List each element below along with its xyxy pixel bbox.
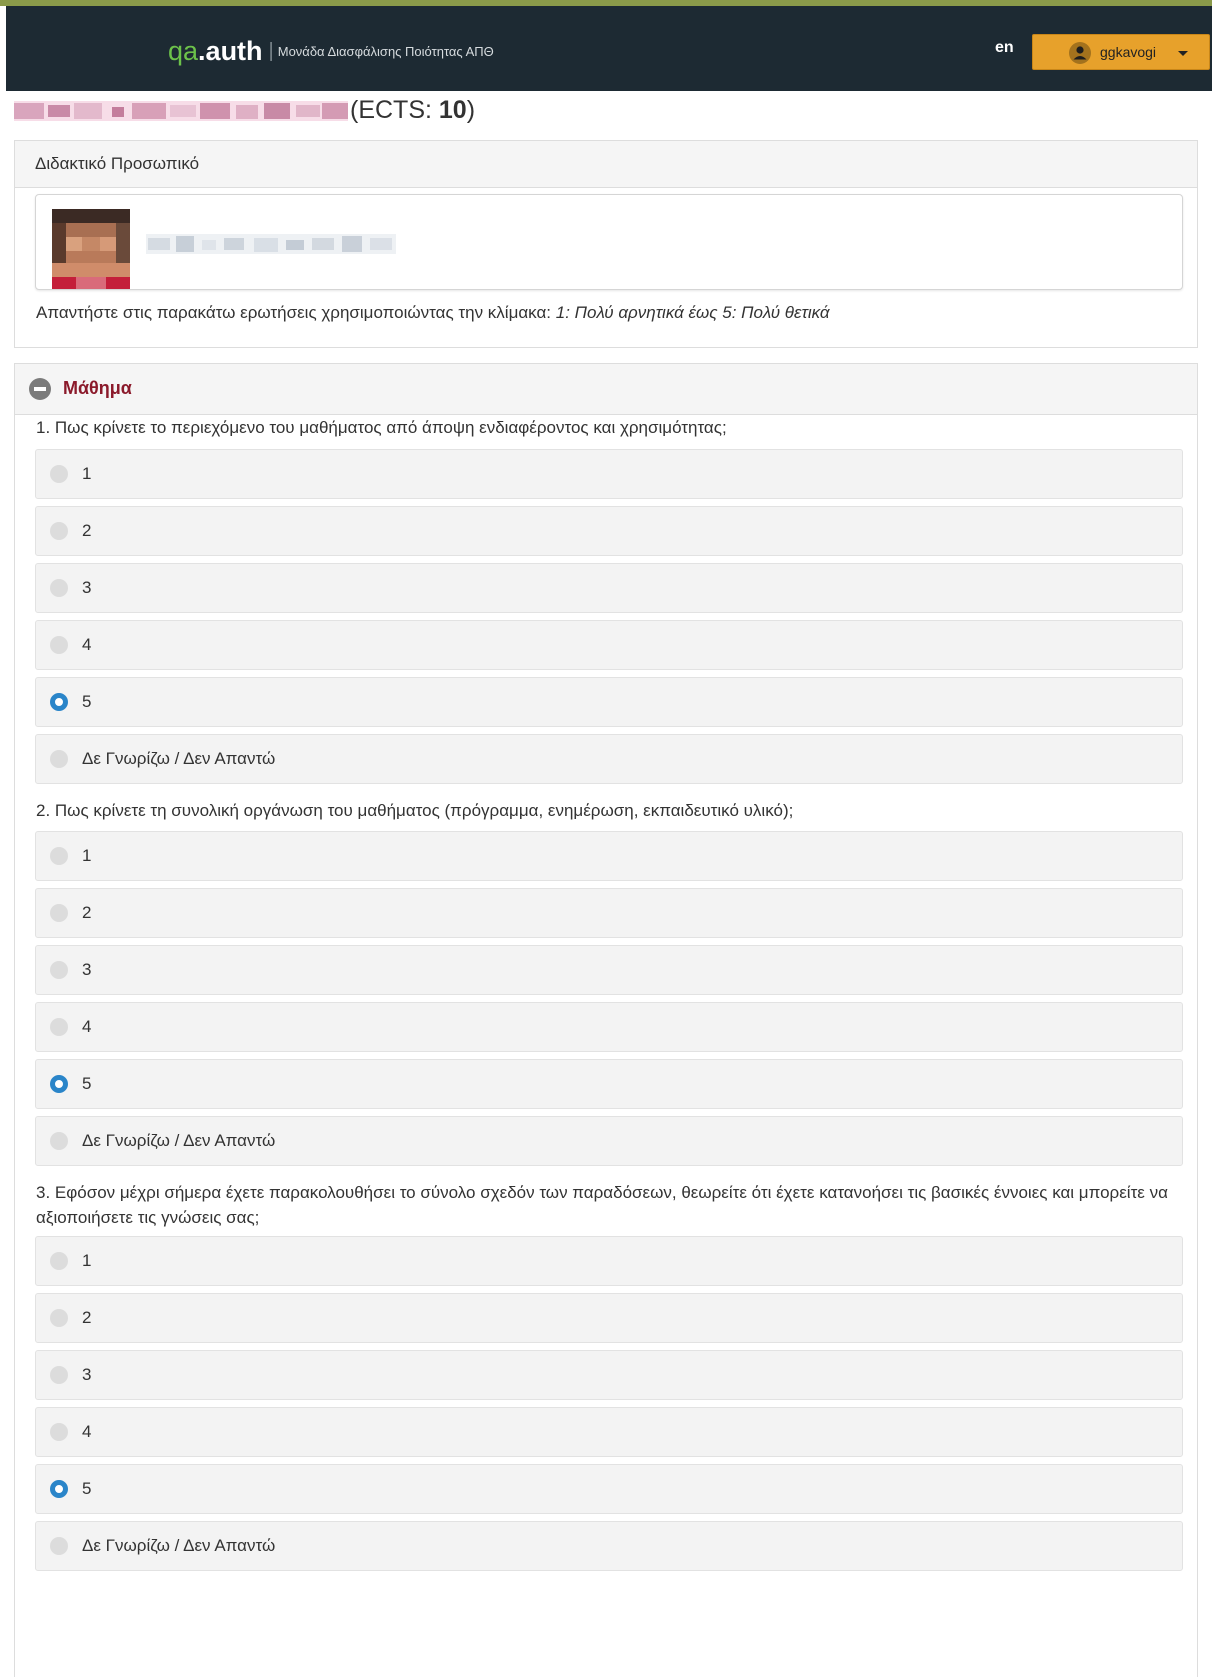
radio-button[interactable]: [50, 579, 68, 597]
staff-photo: [52, 209, 130, 289]
q2-option-3[interactable]: 3: [35, 945, 1183, 995]
option-label: 2: [82, 903, 92, 922]
q1-option-no-answer[interactable]: Δε Γνωρίζω / Δεν Απαντώ: [35, 734, 1183, 784]
option-label: Δε Γνωρίζω / Δεν Απαντώ: [82, 749, 276, 768]
radio-button[interactable]: [50, 1252, 68, 1270]
q1-option-2[interactable]: 2: [35, 506, 1183, 556]
q3-option-3[interactable]: 3: [35, 1350, 1183, 1400]
question-3-text: 3. Εφόσον μέχρι σήμερα έχετε παρακολουθή…: [36, 1183, 1168, 1227]
radio-button[interactable]: [50, 1132, 68, 1150]
language-link[interactable]: en: [995, 39, 1014, 57]
username-label: ggkavogi: [1100, 44, 1157, 60]
radio-button[interactable]: [50, 904, 68, 922]
redacted-staff-name: [146, 234, 396, 254]
q1-option-3[interactable]: 3: [35, 563, 1183, 613]
minus-circle-icon[interactable]: [29, 378, 51, 400]
q3-option-5[interactable]: 5: [35, 1464, 1183, 1514]
navbar: qa.auth | Μονάδα Διασφάλισης Ποιότητας ΑΠΘ…: [6, 6, 1212, 91]
option-label: 1: [82, 846, 92, 865]
course-section-panel: Μάθημα 1. Πως κρίνετε το περιεχόμενο του…: [14, 363, 1198, 1677]
q2-option-5[interactable]: 5: [35, 1059, 1183, 1109]
option-label: Δε Γνωρίζω / Δεν Απαντώ: [82, 1131, 276, 1150]
radio-button[interactable]: [50, 750, 68, 768]
brand-logo[interactable]: qa.auth | Μονάδα Διασφάλισης Ποιότητας ΑΠΘ: [168, 36, 494, 67]
radio-button-selected[interactable]: [50, 1075, 68, 1093]
staff-panel-heading: Διδακτικό Προσωπικό: [15, 141, 1197, 188]
brand-subtitle: Μονάδα Διασφάλισης Ποιότητας ΑΠΘ: [277, 44, 494, 59]
staff-member-card: [35, 194, 1183, 290]
radio-button-selected[interactable]: [50, 1480, 68, 1498]
q3-option-1[interactable]: 1: [35, 1236, 1183, 1286]
course-title: (ECTS: 10): [14, 96, 475, 130]
radio-button[interactable]: [50, 465, 68, 483]
q2-option-4[interactable]: 4: [35, 1002, 1183, 1052]
q2-option-1[interactable]: 1: [35, 831, 1183, 881]
option-label: 1: [82, 464, 92, 483]
q3-option-2[interactable]: 2: [35, 1293, 1183, 1343]
option-label: 2: [82, 1308, 92, 1327]
question-1-text: 1. Πως κρίνετε το περιεχόμενο του μαθήμα…: [36, 418, 727, 437]
instructions-text: Απαντήστε στις παρακάτω ερωτήσεις χρησιμ…: [36, 303, 556, 322]
user-menu-button[interactable]: ggkavogi: [1032, 34, 1210, 70]
radio-button[interactable]: [50, 847, 68, 865]
q2-option-2[interactable]: 2: [35, 888, 1183, 938]
scale-instructions: Απαντήστε στις παρακάτω ερωτήσεις χρησιμ…: [36, 303, 830, 323]
question-2-text: 2. Πως κρίνετε τη συνολική οργάνωση του …: [36, 801, 794, 820]
radio-button[interactable]: [50, 1309, 68, 1327]
option-label: 5: [82, 692, 92, 711]
ects-suffix: ): [466, 96, 476, 124]
option-label: 5: [82, 1074, 92, 1093]
option-label: 3: [82, 960, 92, 979]
option-label: 1: [82, 1251, 92, 1270]
teaching-staff-panel: Διδακτικό Προσωπικό Απαντήστε στις παρακ…: [14, 140, 1198, 348]
radio-button[interactable]: [50, 961, 68, 979]
radio-button-selected[interactable]: [50, 693, 68, 711]
option-label: 4: [82, 635, 92, 654]
user-icon: [1069, 42, 1091, 64]
staff-panel-title: Διδακτικό Προσωπικό: [35, 154, 200, 173]
radio-button[interactable]: [50, 1537, 68, 1555]
q3-option-no-answer[interactable]: Δε Γνωρίζω / Δεν Απαντώ: [35, 1521, 1183, 1571]
course-ects: (ECTS: 10): [350, 96, 475, 124]
radio-button[interactable]: [50, 636, 68, 654]
radio-button[interactable]: [50, 1423, 68, 1441]
option-label: 5: [82, 1479, 92, 1498]
radio-button[interactable]: [50, 1366, 68, 1384]
brand-auth: .auth: [198, 36, 263, 66]
option-label: 4: [82, 1422, 92, 1441]
option-label: 3: [82, 578, 92, 597]
section-title: Μάθημα: [63, 378, 132, 398]
radio-button[interactable]: [50, 522, 68, 540]
ects-value: 10: [438, 96, 467, 124]
q2-option-no-answer[interactable]: Δε Γνωρίζω / Δεν Απαντώ: [35, 1116, 1183, 1166]
option-label: Δε Γνωρίζω / Δεν Απαντώ: [82, 1536, 276, 1555]
q1-option-5[interactable]: 5: [35, 677, 1183, 727]
option-label: 4: [82, 1017, 92, 1036]
redacted-course-name: [14, 100, 348, 121]
section-heading[interactable]: Μάθημα: [15, 364, 1197, 415]
option-label: 2: [82, 521, 92, 540]
q1-option-1[interactable]: 1: [35, 449, 1183, 499]
brand-separator: |: [268, 40, 274, 62]
q1-option-4[interactable]: 4: [35, 620, 1183, 670]
ects-prefix: (ECTS:: [350, 96, 439, 124]
chevron-down-icon: [1178, 51, 1188, 56]
q3-option-4[interactable]: 4: [35, 1407, 1183, 1457]
radio-button[interactable]: [50, 1018, 68, 1036]
option-label: 3: [82, 1365, 92, 1384]
brand-qa: qa: [168, 36, 199, 66]
instructions-scale: 1: Πολύ αρνητικά έως 5: Πολύ θετικά: [555, 303, 830, 322]
